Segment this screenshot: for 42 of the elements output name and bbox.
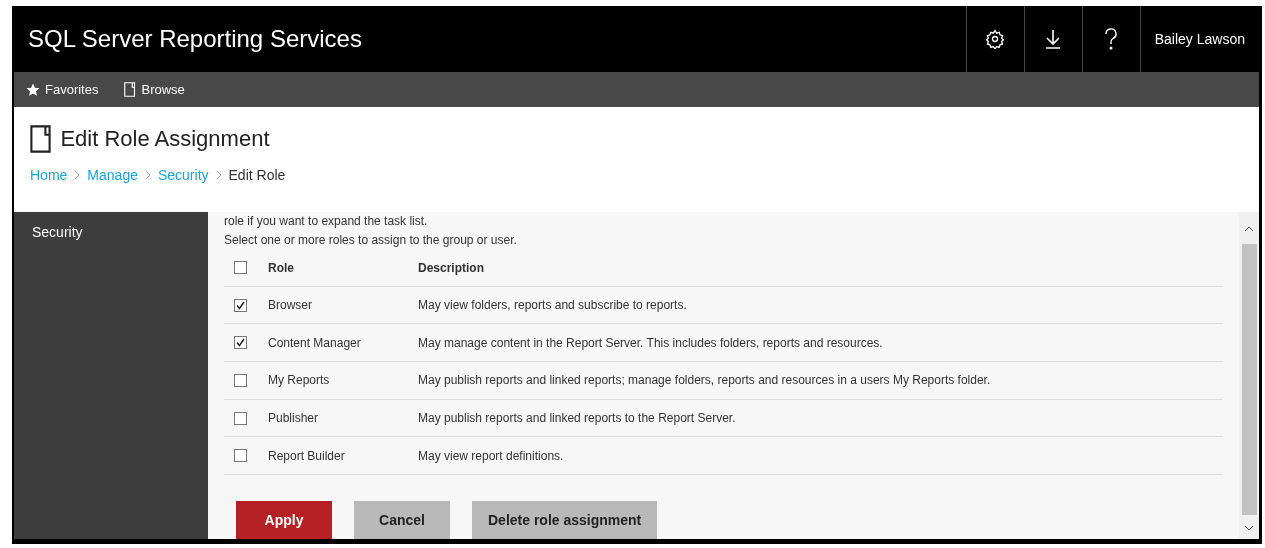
document-icon bbox=[30, 125, 53, 153]
settings-icon bbox=[985, 29, 1006, 49]
sidebar-item[interactable]: Security bbox=[14, 224, 208, 240]
checkbox[interactable] bbox=[234, 298, 247, 312]
action-button[interactable]: Cancel bbox=[354, 501, 450, 540]
scroll-down-icon[interactable] bbox=[1244, 525, 1254, 531]
role-description: May manage content in the Report Server. This includes folders, reports and resources. bbox=[418, 335, 884, 350]
role-description: May view folders, reports and subscribe to reports. bbox=[418, 298, 688, 312]
nav-link[interactable]: Favorites bbox=[26, 82, 99, 97]
nav-link[interactable]: Browse bbox=[124, 82, 185, 97]
checkbox[interactable] bbox=[234, 261, 247, 275]
instruction-text: role if you want to expand the task list. bbox=[224, 213, 429, 230]
star-icon bbox=[26, 82, 40, 97]
action-button[interactable]: Delete role assignment bbox=[472, 501, 658, 540]
role-description: May publish reports and linked reports; manage folders, reports and resources in a users My Reports folder. bbox=[418, 373, 992, 388]
nav-label: Browse bbox=[141, 82, 185, 97]
help-icon bbox=[1104, 28, 1119, 50]
scroll-up-icon[interactable] bbox=[1244, 226, 1254, 232]
role-name: Browser bbox=[268, 298, 313, 312]
checkbox[interactable] bbox=[234, 411, 247, 425]
role-description: May publish reports and linked reports to the Report Server. bbox=[418, 411, 737, 425]
checkbox[interactable] bbox=[234, 336, 247, 350]
role-name: Content Manager bbox=[268, 335, 362, 350]
checkbox[interactable] bbox=[234, 449, 247, 463]
column-header: Description bbox=[418, 260, 485, 275]
column-header: Role bbox=[268, 260, 295, 275]
role-name: Report Builder bbox=[268, 448, 346, 463]
scrollbar-thumb[interactable] bbox=[1241, 244, 1257, 515]
apply-button[interactable]: Apply bbox=[236, 501, 332, 540]
checkbox[interactable] bbox=[234, 373, 247, 387]
checkmark-icon bbox=[236, 300, 245, 310]
checkmark-icon bbox=[236, 338, 245, 348]
app-title: SQL Server Reporting Services bbox=[27, 24, 363, 54]
role-name: My Reports bbox=[268, 373, 331, 388]
instruction-text: Select one or more roles to assign to the group or user. bbox=[224, 232, 518, 249]
download-icon bbox=[1044, 29, 1063, 49]
document-icon bbox=[124, 82, 137, 97]
role-description: May view report definitions. bbox=[418, 448, 565, 463]
page-title: Edit Role Assignment bbox=[60, 126, 270, 152]
current-page-text: Edit Role bbox=[228, 167, 286, 183]
nav-label: Favorites bbox=[45, 82, 99, 97]
role-name: Publisher bbox=[268, 411, 320, 425]
